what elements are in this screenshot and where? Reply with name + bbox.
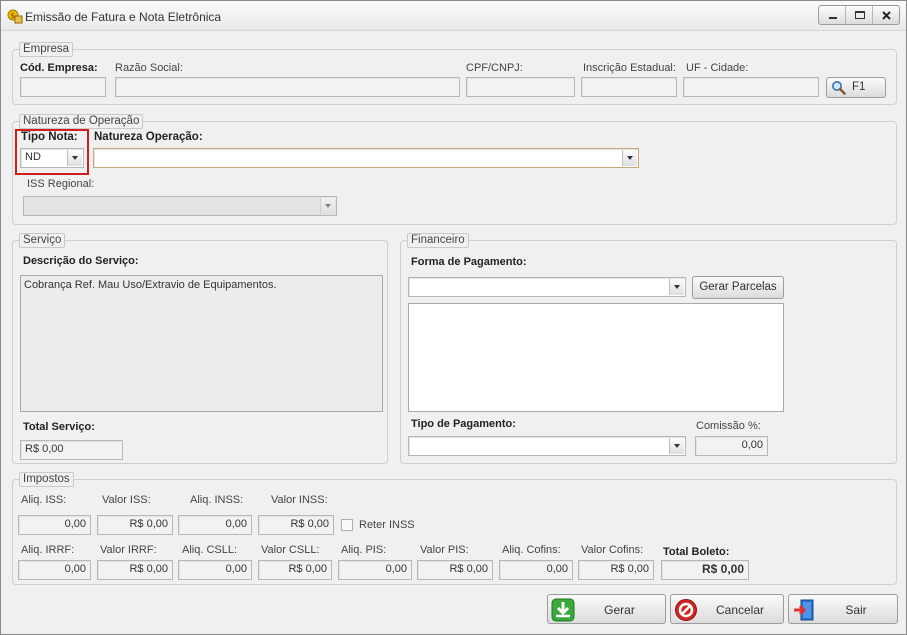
aliq-cofins-label: Aliq. Cofins:: [502, 544, 561, 556]
natureza-legend: Natureza de Operação: [19, 114, 144, 129]
title-bar: $ Emissão de Fatura e Nota Eletrônica: [1, 1, 906, 31]
aliq-csll-label: Aliq. CSLL:: [182, 544, 238, 556]
forma-pagamento-combo[interactable]: [408, 277, 686, 297]
aliq-csll-field[interactable]: 0,00: [178, 560, 252, 580]
valor-inss-field: R$ 0,00: [258, 515, 334, 535]
cpf-cnpj-label: CPF/CNPJ:: [466, 62, 523, 74]
sair-label: Sair: [845, 603, 867, 617]
cancelar-button[interactable]: Cancelar: [670, 594, 784, 624]
total-boleto-label: Total Boleto:: [663, 546, 730, 558]
aliq-inss-label: Aliq. INSS:: [190, 494, 244, 506]
aliq-cofins-field[interactable]: 0,00: [499, 560, 573, 580]
inscricao-estadual-label: Inscrição Estadual:: [583, 62, 676, 74]
valor-csll-label: Valor CSLL:: [261, 544, 320, 556]
chevron-down-icon[interactable]: [622, 150, 637, 166]
maximize-icon: [855, 11, 865, 19]
empresa-legend: Empresa: [19, 42, 74, 57]
close-button[interactable]: [873, 6, 899, 24]
cancelar-label: Cancelar: [715, 603, 765, 617]
cod-empresa-field[interactable]: [20, 77, 106, 97]
tipo-pagamento-label: Tipo de Pagamento:: [411, 418, 516, 430]
comissao-label: Comissão %:: [696, 420, 761, 432]
razao-social-label: Razão Social:: [115, 62, 183, 74]
gerar-button[interactable]: Gerar: [547, 594, 666, 624]
aliq-pis-field[interactable]: 0,00: [338, 560, 412, 580]
chevron-down-icon[interactable]: [320, 198, 335, 214]
download-icon: [551, 598, 575, 622]
valor-pis-field: R$ 0,00: [417, 560, 493, 580]
razao-social-field[interactable]: [115, 77, 460, 97]
tipo-nota-label: Tipo Nota:: [21, 131, 78, 143]
minimize-icon: [829, 17, 837, 19]
reter-inss-checkbox[interactable]: [341, 519, 353, 531]
app-icon: $: [7, 9, 23, 24]
magnifier-icon: [832, 81, 846, 95]
valor-cofins-label: Valor Cofins:: [581, 544, 644, 556]
chevron-down-icon[interactable]: [669, 438, 684, 454]
maximize-button[interactable]: [846, 6, 873, 24]
financeiro-legend: Financeiro: [407, 233, 469, 248]
exit-door-icon: [794, 599, 814, 621]
natureza-operacao-combo[interactable]: [93, 148, 639, 168]
uf-cidade-field[interactable]: [683, 77, 819, 97]
chevron-down-icon[interactable]: [67, 150, 82, 166]
aliq-pis-label: Aliq. PIS:: [341, 544, 387, 556]
total-boleto-field: R$ 0,00: [661, 560, 749, 580]
descricao-servico-label: Descrição do Serviço:: [23, 255, 139, 267]
valor-inss-label: Valor INSS:: [271, 494, 328, 506]
valor-iss-field: R$ 0,00: [97, 515, 173, 535]
tipo-nota-combo[interactable]: ND: [20, 148, 84, 168]
inscricao-estadual-field[interactable]: [581, 77, 677, 97]
aliq-irrf-field[interactable]: 0,00: [18, 560, 91, 580]
forma-pagamento-label: Forma de Pagamento:: [411, 256, 527, 268]
svg-text:$: $: [11, 12, 15, 20]
valor-cofins-field: R$ 0,00: [578, 560, 654, 580]
natureza-operacao-label: Natureza Operação:: [94, 131, 203, 143]
close-icon: [882, 11, 891, 20]
search-empresa-button[interactable]: F1: [826, 77, 886, 98]
aliq-iss-field[interactable]: 0,00: [18, 515, 91, 535]
chevron-down-icon[interactable]: [669, 279, 684, 295]
window-controls: [818, 5, 900, 25]
cancel-icon: [675, 599, 697, 621]
cpf-cnpj-field[interactable]: [466, 77, 575, 97]
uf-cidade-label: UF - Cidade:: [686, 62, 749, 74]
parcelas-list[interactable]: [408, 303, 784, 412]
tipo-nota-value: ND: [25, 151, 41, 163]
valor-irrf-label: Valor IRRF:: [100, 544, 157, 556]
valor-irrf-field: R$ 0,00: [97, 560, 173, 580]
valor-iss-label: Valor ISS:: [102, 494, 151, 506]
iss-regional-combo[interactable]: [23, 196, 337, 216]
aliq-iss-label: Aliq. ISS:: [21, 494, 67, 506]
search-empresa-label: F1: [852, 81, 866, 93]
aliq-irrf-label: Aliq. IRRF:: [21, 544, 75, 556]
tipo-pagamento-combo[interactable]: [408, 436, 686, 456]
gerar-label: Gerar: [604, 603, 635, 617]
minimize-button[interactable]: [819, 6, 846, 24]
aliq-inss-field[interactable]: 0,00: [178, 515, 252, 535]
main-window: $ Emissão de Fatura e Nota Eletrônica Em…: [0, 0, 907, 635]
gerar-parcelas-button[interactable]: Gerar Parcelas: [692, 276, 784, 299]
total-servico-field: R$ 0,00: [20, 440, 123, 460]
servico-legend: Serviço: [19, 233, 66, 248]
valor-pis-label: Valor PIS:: [420, 544, 469, 556]
valor-csll-field: R$ 0,00: [258, 560, 332, 580]
window-title: Emissão de Fatura e Nota Eletrônica: [25, 10, 222, 24]
cod-empresa-label: Cód. Empresa:: [20, 62, 98, 74]
impostos-legend: Impostos: [19, 472, 74, 487]
reter-inss-label: Reter INSS: [359, 519, 415, 531]
total-servico-label: Total Serviço:: [23, 421, 95, 433]
sair-button[interactable]: Sair: [788, 594, 898, 624]
iss-regional-label: ISS Regional:: [27, 178, 95, 190]
descricao-servico-textarea[interactable]: Cobrança Ref. Mau Uso/Extravio de Equipa…: [20, 275, 383, 412]
comissao-field[interactable]: 0,00: [695, 436, 768, 456]
